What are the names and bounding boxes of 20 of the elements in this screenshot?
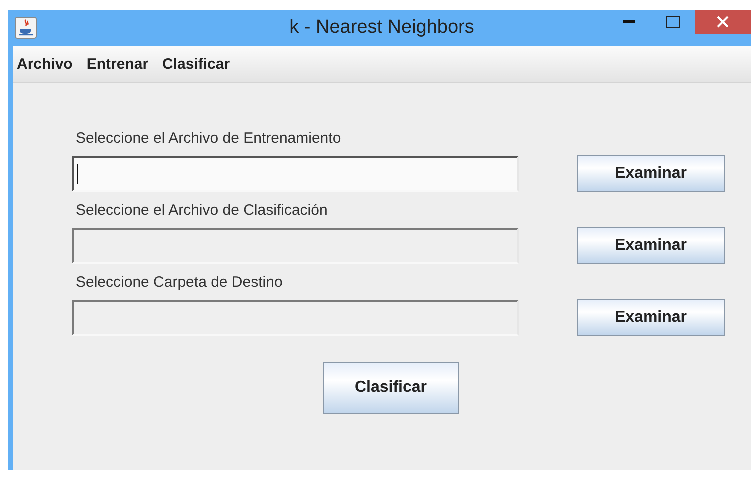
field-label: Seleccione el Archivo de Clasificación	[76, 202, 329, 219]
file-path-field[interactable]	[72, 300, 519, 336]
minimize-icon	[623, 20, 635, 24]
java-cup-icon	[15, 17, 37, 39]
menu-item[interactable]: Archivo	[17, 56, 73, 72]
file-path-field[interactable]	[72, 156, 519, 192]
close-button[interactable]	[695, 10, 751, 34]
text-cursor	[77, 164, 78, 184]
menu-item[interactable]: Clasificar	[162, 56, 230, 72]
file-path-field[interactable]	[72, 228, 519, 264]
browse-button[interactable]: Examinar	[577, 299, 725, 336]
browse-button[interactable]: Examinar	[577, 155, 725, 192]
menu-item[interactable]: Entrenar	[86, 56, 149, 72]
field-label: Seleccione Carpeta de Destino	[76, 274, 284, 291]
close-icon	[717, 16, 729, 28]
maximize-icon	[666, 16, 680, 28]
window-title: k - Nearest Neighbors	[288, 17, 476, 39]
classify-button[interactable]: Clasificar	[323, 362, 459, 414]
field-label: Seleccione el Archivo de Entrenamiento	[76, 130, 342, 147]
browse-button[interactable]: Examinar	[577, 227, 725, 264]
